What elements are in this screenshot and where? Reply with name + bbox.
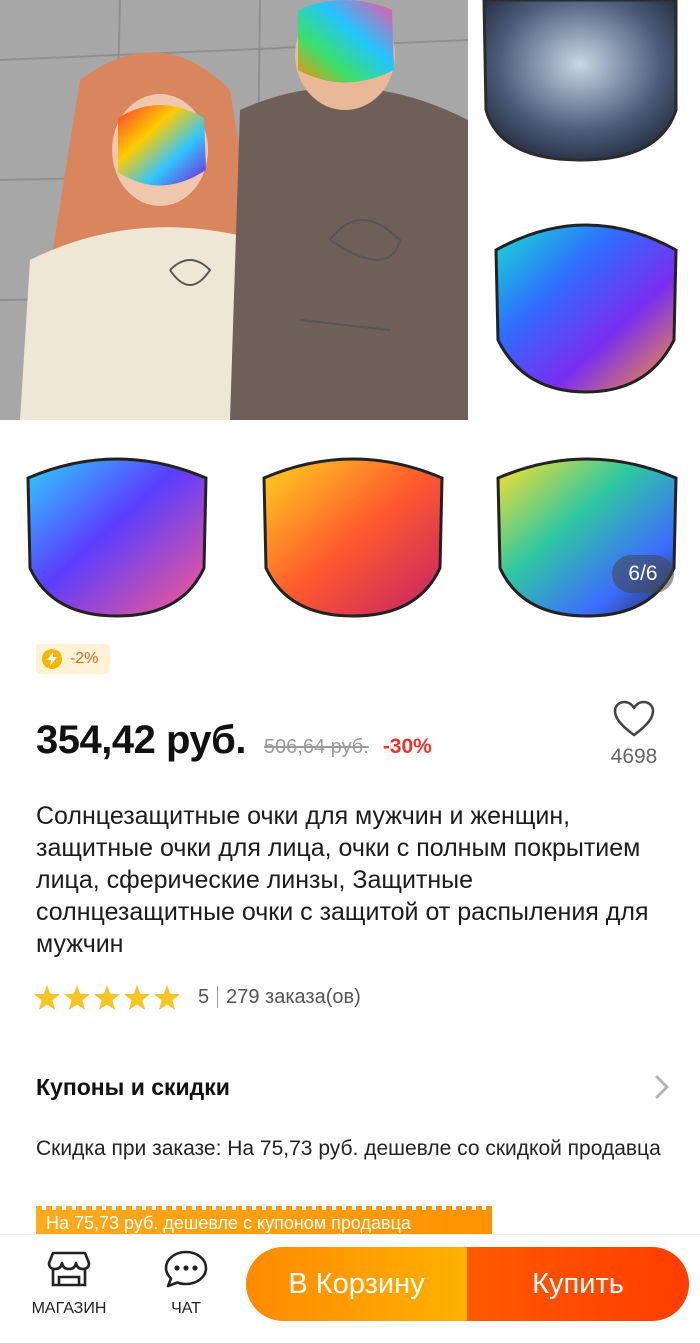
lens-photo-1[interactable] [480,0,680,165]
lens-photo-2[interactable] [488,210,684,395]
rating-row[interactable]: 5 279 заказа(ов) [34,982,361,1012]
chevron-right-icon [655,1075,669,1099]
main-photo[interactable] [0,0,468,420]
rating-value: 5 [198,985,210,1008]
price-row: 354,42 руб. 506,64 руб. -30% [36,718,432,763]
lens-image [480,0,680,165]
image-counter: 6/6 [612,555,674,593]
star-icon [94,984,120,1010]
coupons-title: Купоны и скидки [36,1073,230,1100]
current-price: 354,42 руб. [36,718,246,762]
add-to-cart-button[interactable]: В Корзину [246,1247,467,1321]
lens-photo-3[interactable] [22,448,212,618]
star-icon [34,984,60,1010]
discount-percent: -30% [382,735,432,758]
store-button[interactable]: МАГАЗИН [24,1249,114,1318]
star-icon [64,984,90,1010]
lens-photo-4[interactable] [258,448,448,618]
product-title: Солнцезащитные очки для мужчин и женщин,… [36,802,649,958]
store-label: МАГАЗИН [31,1300,107,1317]
chat-label: ЧАТ [171,1300,201,1317]
star-icon [154,984,180,1010]
seller-coupon-strip[interactable]: На 75,73 руб. дешевле с купоном продавца [36,1206,492,1234]
coupons-section-header[interactable]: Купоны и скидки [36,1070,670,1104]
people-wearing-shields-image [0,0,468,420]
bolt-icon [42,649,62,669]
star-icon [124,984,150,1010]
heart-icon [613,700,655,737]
buy-now-button[interactable]: Купить [467,1247,689,1321]
orders-count: 279 заказа(ов) [226,985,361,1008]
seller-discount-text: Скидка при заказе: На 75,73 руб. дешевле… [36,1137,661,1160]
wishlist-count: 4698 [610,745,658,768]
lens-image [494,223,678,394]
chat-icon [164,1250,208,1288]
extra-discount-badge[interactable]: -2% [36,644,111,674]
lens-image [26,457,208,618]
wishlist-button[interactable]: 4698 [598,700,670,769]
product-gallery[interactable]: 6/6 [0,0,700,628]
extra-discount-text: -2% [70,650,99,667]
store-icon [47,1251,91,1287]
bottom-action-bar: МАГАЗИН ЧАТ В Корзину Купить [0,1234,700,1343]
lens-image [262,457,444,618]
chat-button[interactable]: ЧАТ [141,1249,231,1318]
rating-stars [34,984,180,1010]
old-price: 506,64 руб. [263,736,369,758]
divider [217,986,219,1008]
